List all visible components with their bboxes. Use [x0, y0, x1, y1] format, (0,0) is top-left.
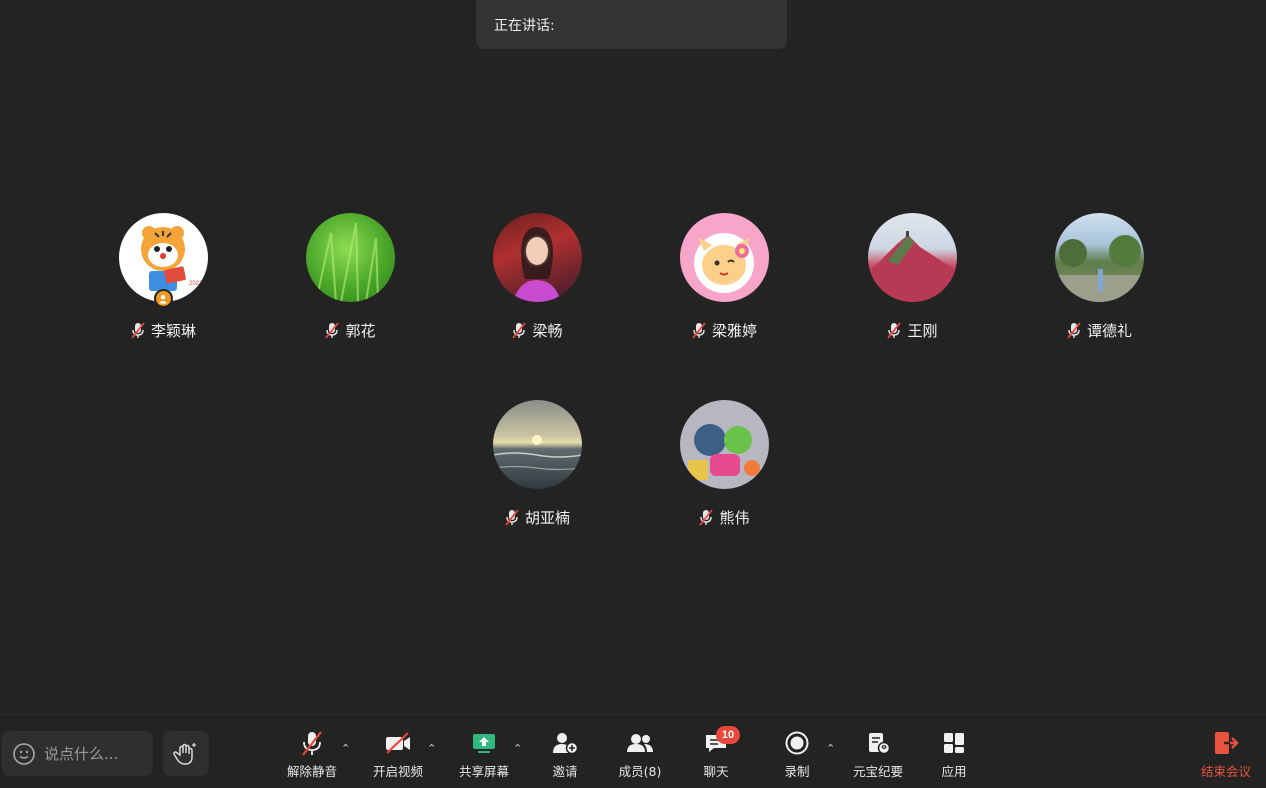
emoji-icon[interactable] [12, 742, 36, 766]
yuanbao-minutes-label: 元宝纪要 [852, 764, 903, 779]
members-icon [627, 734, 653, 752]
participant-tile[interactable]: 梁畅 [467, 213, 607, 343]
record-label: 录制 [784, 764, 810, 779]
share-screen-button[interactable]: 共享屏幕 [449, 729, 519, 780]
avatar [492, 400, 582, 489]
minutes-icon [869, 733, 891, 755]
chat-placeholder: 说点什么... [44, 745, 119, 763]
unmute-button[interactable]: 解除静音 [277, 729, 347, 780]
participant-name: 梁雅婷 [711, 322, 757, 340]
mic-off-icon [131, 322, 145, 339]
participant-tile[interactable]: 王刚 [842, 213, 982, 343]
participant-tile[interactable]: 谭德礼 [1029, 213, 1169, 343]
participant-tile[interactable]: 2022 李颖琳 [93, 213, 233, 343]
end-meeting-button[interactable]: 结束会议 [1191, 729, 1261, 780]
meeting-stage: 正在讲话: 2022 李颖琳 郭花 梁畅 梁雅婷 王刚 谭德礼 胡亚楠 熊伟 说… [0, 0, 1266, 788]
video-off-icon [386, 732, 410, 754]
invite-label: 邀请 [552, 764, 578, 779]
share-options-caret[interactable]: ⌃ [513, 742, 522, 755]
start-video-label: 开启视频 [372, 764, 423, 779]
avatar [679, 400, 769, 489]
participant-name-row: 李颖琳 [130, 320, 196, 341]
participant-name: 郭花 [345, 322, 376, 340]
record-options-caret[interactable]: ⌃ [826, 742, 835, 755]
quick-chat-input[interactable]: 说点什么... [2, 731, 153, 776]
participant-tile[interactable]: 郭花 [280, 213, 420, 343]
yuanbao-minutes-button[interactable]: 元宝纪要 [843, 729, 913, 780]
bottom-toolbar: 说点什么... 解除静音 ⌃ 开启视频 ⌃ 共享屏幕 ⌃ 邀请 成员(8) 10… [0, 714, 1266, 788]
audio-options-caret[interactable]: ⌃ [341, 742, 350, 755]
participant-name: 谭德礼 [1086, 322, 1132, 340]
record-button[interactable]: 录制 [762, 729, 832, 780]
participant-name-row: 胡亚楠 [504, 507, 570, 528]
svg-text:2022: 2022 [189, 281, 203, 287]
speaking-label: 正在讲话: [494, 17, 555, 34]
raise-hand-button[interactable] [163, 731, 209, 776]
participant-tile[interactable]: 梁雅婷 [654, 213, 794, 343]
participant-tile[interactable]: 胡亚楠 [467, 400, 607, 530]
host-icon [153, 289, 173, 308]
avatar [305, 213, 395, 302]
participant-name-row: 郭花 [324, 320, 376, 341]
avatar [492, 213, 582, 302]
participant-name: 李颖琳 [150, 322, 196, 340]
members-label: 成员(8) [618, 764, 662, 779]
invite-button[interactable]: 邀请 [530, 729, 600, 780]
participant-name-row: 谭德礼 [1066, 320, 1132, 341]
mic-off-icon [325, 322, 340, 339]
raise-hand-icon [173, 742, 196, 765]
participant-name: 熊伟 [719, 509, 750, 527]
mic-off-icon [302, 731, 322, 756]
participant-name-row: 王刚 [886, 320, 938, 341]
mic-off-icon [505, 509, 519, 526]
avatar [679, 213, 769, 302]
share-screen-label: 共享屏幕 [458, 764, 509, 779]
mic-off-icon [699, 509, 714, 526]
participant-name: 胡亚楠 [524, 509, 570, 527]
apps-button[interactable]: 应用 [919, 729, 989, 780]
participant-name-row: 梁畅 [511, 320, 563, 341]
start-video-button[interactable]: 开启视频 [363, 729, 433, 780]
chat-label: 聊天 [703, 764, 729, 779]
apps-label: 应用 [941, 764, 967, 779]
participant-name: 梁畅 [532, 322, 563, 340]
members-button[interactable]: 成员(8) [605, 729, 675, 780]
participant-name-row: 梁雅婷 [691, 320, 757, 341]
add-user-icon [553, 733, 579, 755]
avatar: 2022 [118, 213, 208, 308]
mic-off-icon [1067, 322, 1081, 339]
participant-tile[interactable]: 熊伟 [654, 400, 794, 530]
exit-icon [1215, 732, 1239, 754]
end-meeting-label: 结束会议 [1200, 764, 1251, 779]
record-icon [785, 731, 809, 755]
avatar [867, 213, 957, 302]
mic-off-icon [692, 322, 706, 339]
chat-unread-badge: 10 [716, 726, 740, 744]
share-screen-icon [473, 734, 495, 753]
speaking-banner: 正在讲话: [476, 0, 787, 49]
video-options-caret[interactable]: ⌃ [427, 742, 436, 755]
unmute-label: 解除静音 [286, 764, 337, 779]
apps-grid-icon [944, 733, 964, 753]
avatar [1054, 213, 1144, 302]
mic-off-icon [887, 322, 902, 339]
mic-off-icon [512, 322, 527, 339]
participant-name: 王刚 [907, 322, 938, 340]
chat-button[interactable]: 10 聊天 [681, 726, 751, 780]
participant-name-row: 熊伟 [698, 507, 750, 528]
